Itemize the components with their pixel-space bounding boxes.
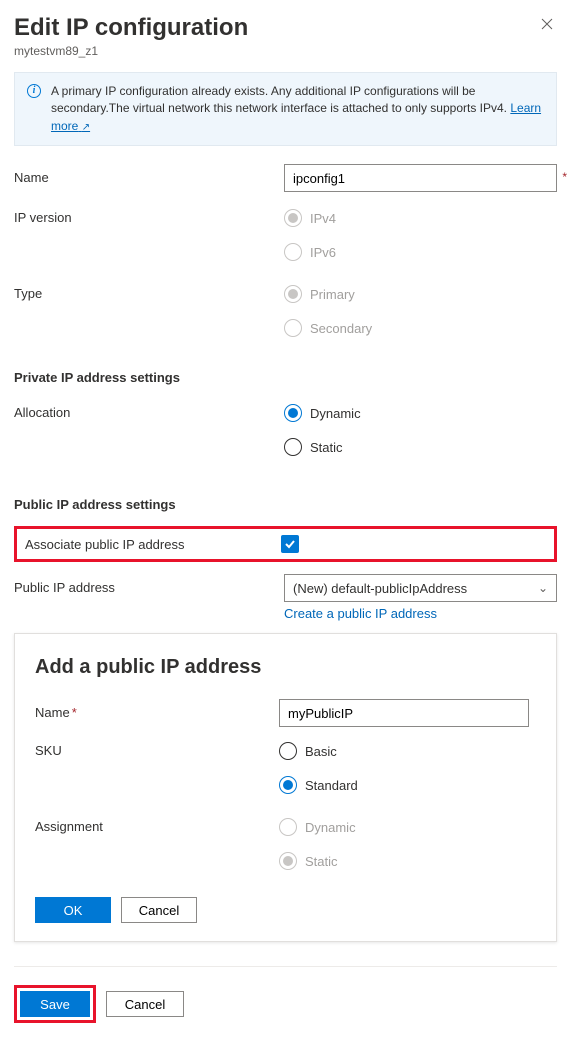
radio-icon: [284, 243, 302, 261]
save-button[interactable]: Save: [20, 991, 90, 1017]
page-subtitle: mytestvm89_z1: [14, 44, 557, 58]
type-secondary-radio: Secondary: [284, 314, 557, 342]
allocation-dynamic-label: Dynamic: [310, 406, 361, 421]
ipv6-radio: IPv6: [284, 238, 557, 266]
close-icon: [541, 18, 553, 30]
add-panel-title: Add a public IP address: [35, 656, 536, 679]
name-input[interactable]: [284, 164, 557, 192]
add-name-label: Name*: [35, 699, 279, 720]
assignment-label: Assignment: [35, 813, 279, 834]
add-publicip-panel: Add a public IP address Name* SKU Basic …: [14, 633, 557, 942]
name-label: Name: [14, 164, 284, 185]
publicip-label: Public IP address: [14, 574, 284, 595]
radio-icon: [279, 742, 297, 760]
radio-icon: [284, 209, 302, 227]
radio-icon: [284, 319, 302, 337]
type-primary-radio: Primary: [284, 280, 557, 308]
assignment-dynamic-radio: Dynamic: [279, 813, 536, 841]
ipversion-label: IP version: [14, 204, 284, 225]
private-section-title: Private IP address settings: [14, 370, 557, 385]
public-section-title: Public IP address settings: [14, 497, 557, 512]
page-title: Edit IP configuration: [14, 14, 537, 42]
type-secondary-label: Secondary: [310, 321, 372, 336]
associate-checkbox[interactable]: [281, 535, 299, 553]
save-highlight: Save: [14, 985, 96, 1023]
sku-basic-label: Basic: [305, 744, 337, 759]
create-publicip-link[interactable]: Create a public IP address: [284, 606, 437, 621]
allocation-dynamic-radio[interactable]: Dynamic: [284, 399, 557, 427]
info-text: A primary IP configuration already exist…: [51, 84, 510, 115]
radio-icon: [284, 438, 302, 456]
type-primary-label: Primary: [310, 287, 355, 302]
external-link-icon: ↗: [82, 122, 90, 133]
type-label: Type: [14, 280, 284, 301]
allocation-static-radio[interactable]: Static: [284, 433, 557, 461]
check-icon: [284, 538, 296, 550]
info-icon: i: [27, 84, 41, 98]
chevron-down-icon: ⌄: [538, 581, 548, 595]
close-button[interactable]: [537, 14, 557, 34]
radio-icon: [279, 852, 297, 870]
ipv4-label: IPv4: [310, 211, 336, 226]
radio-icon: [284, 404, 302, 422]
assignment-static-radio: Static: [279, 847, 536, 875]
associate-highlight: Associate public IP address: [14, 526, 557, 562]
radio-icon: [279, 776, 297, 794]
required-indicator: *: [562, 170, 567, 184]
sku-label: SKU: [35, 737, 279, 758]
add-name-input[interactable]: [279, 699, 529, 727]
sku-standard-radio[interactable]: Standard: [279, 771, 536, 799]
assignment-dynamic-label: Dynamic: [305, 820, 356, 835]
allocation-static-label: Static: [310, 440, 343, 455]
publicip-select[interactable]: (New) default-publicIpAddress ⌄: [284, 574, 557, 602]
panel-cancel-button[interactable]: Cancel: [121, 897, 197, 923]
publicip-select-value: (New) default-publicIpAddress: [293, 581, 467, 596]
footer-separator: [14, 966, 557, 967]
ok-button[interactable]: OK: [35, 897, 111, 923]
info-banner: i A primary IP configuration already exi…: [14, 72, 557, 146]
ipv4-radio: IPv4: [284, 204, 557, 232]
sku-standard-label: Standard: [305, 778, 358, 793]
assignment-static-label: Static: [305, 854, 338, 869]
cancel-button[interactable]: Cancel: [106, 991, 184, 1017]
radio-icon: [284, 285, 302, 303]
associate-label: Associate public IP address: [25, 537, 281, 552]
radio-icon: [279, 818, 297, 836]
allocation-label: Allocation: [14, 399, 284, 420]
sku-basic-radio[interactable]: Basic: [279, 737, 536, 765]
ipv6-label: IPv6: [310, 245, 336, 260]
